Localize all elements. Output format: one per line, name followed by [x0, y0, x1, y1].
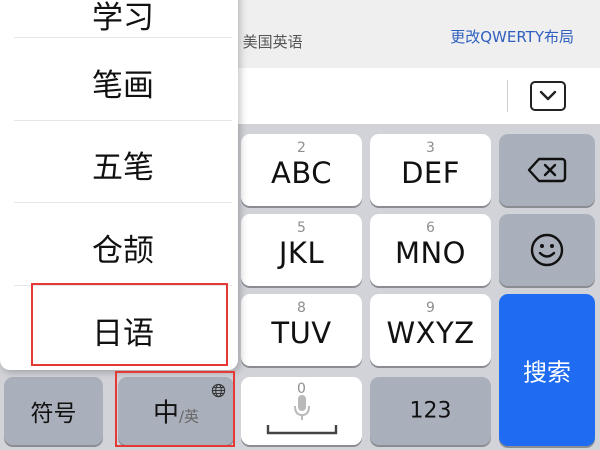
key-2-abc[interactable]: 2 ABC — [241, 134, 362, 206]
key-letters: JKL — [278, 236, 325, 270]
numbers-key[interactable]: 123 — [370, 377, 491, 445]
chevron-down-icon — [539, 90, 557, 101]
key-number: 2 — [297, 140, 306, 156]
key-5-jkl[interactable]: 5 JKL — [241, 214, 362, 286]
key-letters: TUV — [271, 316, 332, 350]
candidate-divider — [507, 80, 508, 112]
popup-divider — [14, 37, 232, 38]
popup-divider — [14, 202, 232, 203]
symbols-key-label: 符号 — [30, 401, 77, 427]
space-bar-icon — [266, 425, 338, 435]
search-key[interactable]: 搜索 — [499, 294, 595, 446]
numbers-key-label: 123 — [409, 398, 452, 424]
highlight-switch-key — [115, 371, 235, 447]
microphone-icon — [294, 395, 310, 420]
symbols-key[interactable]: 符号 — [4, 377, 103, 445]
highlight-japanese-option — [31, 283, 228, 366]
popup-item-wubi[interactable]: 五笔 — [14, 142, 232, 187]
key-letters: DEF — [401, 156, 460, 190]
key-letters: ABC — [271, 156, 332, 190]
collapse-keyboard-button[interactable] — [530, 81, 566, 111]
popup-item-stroke[interactable]: 笔画 — [14, 60, 232, 105]
emoji-icon — [530, 233, 564, 267]
emoji-key[interactable] — [499, 214, 595, 286]
backspace-key[interactable] — [499, 134, 595, 206]
key-8-tuv[interactable]: 8 TUV — [241, 294, 362, 366]
key-number: 9 — [426, 300, 435, 316]
key-number: 8 — [297, 300, 306, 316]
key-number: 6 — [426, 220, 435, 236]
language-hint-text: 美国英语 — [242, 33, 303, 51]
space-key[interactable]: 0 — [241, 377, 362, 445]
key-number: 5 — [297, 220, 306, 236]
language-hint: )美国英语 — [230, 28, 303, 55]
key-number: 3 — [426, 140, 435, 156]
popup-item-cangjie[interactable]: 仓颉 — [14, 225, 232, 270]
key-9-wxyz[interactable]: 9 WXYZ — [370, 294, 491, 366]
popup-divider — [14, 120, 232, 121]
key-3-def[interactable]: 3 DEF — [370, 134, 491, 206]
key-letters: WXYZ — [386, 316, 475, 350]
backspace-icon — [527, 157, 567, 183]
key-6-mno[interactable]: 6 MNO — [370, 214, 491, 286]
change-layout-link[interactable]: 更改QWERTY布局 — [450, 26, 574, 47]
search-key-label: 搜索 — [523, 358, 571, 387]
key-letters: MNO — [394, 236, 467, 270]
popup-item-study[interactable]: 学习 — [14, 0, 232, 37]
